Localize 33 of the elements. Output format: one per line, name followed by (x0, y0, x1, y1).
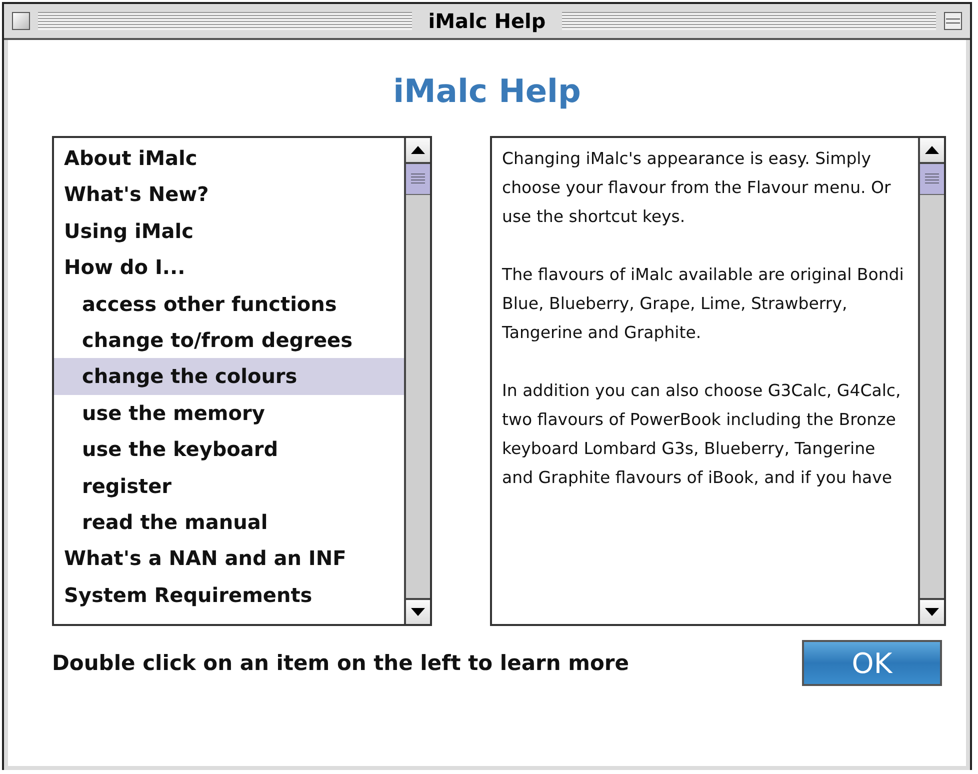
ok-button[interactable]: OK (802, 640, 942, 686)
scroll-down-button[interactable] (920, 598, 944, 624)
topic-item[interactable]: How do I... (54, 249, 404, 286)
down-arrow-icon (411, 608, 425, 616)
topic-item[interactable]: About iMalc (54, 140, 404, 176)
topic-item[interactable]: change the colours (54, 358, 404, 395)
topic-item[interactable]: register (54, 468, 404, 504)
topic-item[interactable]: What's a NAN and an INF (54, 540, 404, 577)
scroll-bar[interactable] (918, 138, 944, 624)
scroll-thumb[interactable] (406, 164, 430, 195)
close-box[interactable] (12, 12, 30, 30)
scroll-down-button[interactable] (406, 598, 430, 624)
topic-item[interactable]: System Requirements (54, 576, 404, 614)
topic-item[interactable]: Using iMalc (54, 212, 404, 250)
help-paragraph: The flavours of iMalc available are original Bondi Blue, Blueberry, Grape, Lime, Strawberry, Tangerine and Graphite. (502, 264, 905, 344)
help-paragraph: In addition you can also choose G3Calc, G4Calc, two flavours of PowerBook including the Bronze keyboard Lombard G3s, Blueberry, Tangerine and Graphite flavours of iBook, and if you have (502, 380, 902, 489)
help-heading: iMalc Help (393, 72, 581, 110)
topic-item[interactable]: What's New? (54, 176, 404, 213)
up-arrow-icon (925, 146, 939, 154)
down-arrow-icon (925, 608, 939, 616)
topic-item[interactable]: use the memory (54, 394, 404, 432)
topic-item[interactable]: use the keyboard (54, 431, 404, 468)
up-arrow-icon (411, 146, 425, 154)
scroll-up-button[interactable] (406, 138, 430, 164)
topic-item[interactable]: access other functions (54, 286, 404, 322)
scroll-bar[interactable] (404, 138, 430, 624)
topic-item[interactable]: read the manual (54, 504, 404, 540)
help-paragraph: Changing iMalc's appearance is easy. Simply choose your flavour from the Flavour menu. Or use the shortcut keys. (502, 148, 892, 228)
topic-item[interactable]: change to/from degrees (54, 322, 404, 358)
scroll-thumb[interactable] (920, 164, 944, 195)
scroll-up-button[interactable] (920, 138, 944, 164)
instruction-text: Double click on an item on the left to learn more (52, 651, 630, 675)
collapse-box-icon[interactable] (944, 12, 962, 30)
